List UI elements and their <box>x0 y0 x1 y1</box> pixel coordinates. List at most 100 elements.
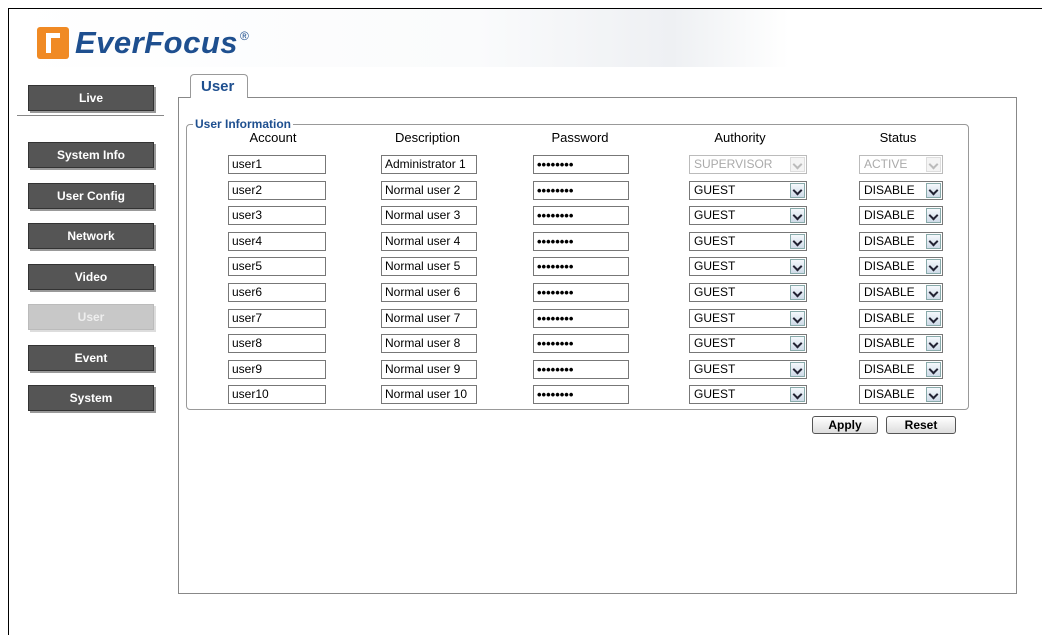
col-header-account: Account <box>249 130 297 145</box>
status-value: DISABLE <box>864 234 915 248</box>
header: EverFocus ® <box>9 9 789 67</box>
authority-select[interactable]: GUEST <box>689 334 807 353</box>
authority-value: GUEST <box>694 336 736 350</box>
description-field[interactable]: Normal user 8 <box>381 334 477 353</box>
tab-user[interactable]: User <box>190 74 248 98</box>
nav-separator <box>17 115 164 116</box>
status-select[interactable]: DISABLE <box>859 334 943 353</box>
authority-value: GUEST <box>694 311 736 325</box>
password-field[interactable]: •••••••• <box>533 360 629 379</box>
apply-button[interactable]: Apply <box>812 416 878 434</box>
chevron-down-icon[interactable] <box>790 336 805 351</box>
col-header-status: Status <box>879 130 917 145</box>
status-value: DISABLE <box>864 259 915 273</box>
account-field[interactable]: user7 <box>228 309 326 328</box>
status-select: ACTIVE <box>859 155 943 174</box>
account-field[interactable]: user2 <box>228 181 326 200</box>
authority-select[interactable]: GUEST <box>689 181 807 200</box>
account-field[interactable]: user1 <box>228 155 326 174</box>
password-field[interactable]: •••••••• <box>533 385 629 404</box>
password-field[interactable]: •••••••• <box>533 309 629 328</box>
authority-value: GUEST <box>694 387 736 401</box>
account-field[interactable]: user3 <box>228 206 326 225</box>
status-select[interactable]: DISABLE <box>859 181 943 200</box>
account-field[interactable]: user4 <box>228 232 326 251</box>
chevron-down-icon[interactable] <box>790 259 805 274</box>
chevron-down-icon <box>790 157 805 172</box>
chevron-down-icon[interactable] <box>790 311 805 326</box>
user-row: user4 Normal user 4 •••••••• GUEST DISABLE <box>0 232 1042 252</box>
chevron-down-icon[interactable] <box>926 387 941 402</box>
description-field[interactable]: Normal user 3 <box>381 206 477 225</box>
chevron-down-icon[interactable] <box>790 387 805 402</box>
status-value: DISABLE <box>864 387 915 401</box>
col-header-password: Password <box>551 130 609 145</box>
password-field[interactable]: •••••••• <box>533 257 629 276</box>
description-field[interactable]: Normal user 2 <box>381 181 477 200</box>
status-select[interactable]: DISABLE <box>859 232 943 251</box>
status-select[interactable]: DISABLE <box>859 360 943 379</box>
chevron-down-icon[interactable] <box>926 336 941 351</box>
chevron-down-icon[interactable] <box>926 234 941 249</box>
user-row: user8 Normal user 8 •••••••• GUEST DISABLE <box>0 334 1042 354</box>
nav-live[interactable]: Live <box>28 85 154 111</box>
authority-value: SUPERVISOR <box>694 157 773 171</box>
password-field[interactable]: •••••••• <box>533 181 629 200</box>
chevron-down-icon[interactable] <box>926 259 941 274</box>
password-field[interactable]: •••••••• <box>533 232 629 251</box>
chevron-down-icon[interactable] <box>926 183 941 198</box>
authority-select[interactable]: GUEST <box>689 257 807 276</box>
status-select[interactable]: DISABLE <box>859 283 943 302</box>
status-select[interactable]: DISABLE <box>859 385 943 404</box>
password-field[interactable]: •••••••• <box>533 206 629 225</box>
account-field[interactable]: user5 <box>228 257 326 276</box>
brand-name: EverFocus <box>75 25 239 60</box>
authority-select[interactable]: GUEST <box>689 309 807 328</box>
authority-value: GUEST <box>694 183 736 197</box>
authority-value: GUEST <box>694 259 736 273</box>
password-field[interactable]: •••••••• <box>533 283 629 302</box>
authority-select[interactable]: GUEST <box>689 360 807 379</box>
registered-mark: ® <box>240 29 249 43</box>
description-field[interactable]: Normal user 7 <box>381 309 477 328</box>
user-row: user5 Normal user 5 •••••••• GUEST DISABLE <box>0 257 1042 277</box>
account-field[interactable]: user10 <box>228 385 326 404</box>
chevron-down-icon[interactable] <box>790 234 805 249</box>
authority-value: GUEST <box>694 362 736 376</box>
password-field[interactable]: •••••••• <box>533 155 629 174</box>
col-header-description: Description <box>394 130 461 145</box>
chevron-down-icon[interactable] <box>926 362 941 377</box>
description-field[interactable]: Normal user 9 <box>381 360 477 379</box>
status-select[interactable]: DISABLE <box>859 206 943 225</box>
chevron-down-icon[interactable] <box>926 208 941 223</box>
reset-button[interactable]: Reset <box>886 416 956 434</box>
authority-select[interactable]: GUEST <box>689 385 807 404</box>
chevron-down-icon[interactable] <box>790 362 805 377</box>
description-field[interactable]: Administrator 1 <box>381 155 477 174</box>
chevron-down-icon[interactable] <box>926 311 941 326</box>
description-field[interactable]: Normal user 4 <box>381 232 477 251</box>
description-field[interactable]: Normal user 10 <box>381 385 477 404</box>
status-select[interactable]: DISABLE <box>859 257 943 276</box>
account-field[interactable]: user8 <box>228 334 326 353</box>
status-select[interactable]: DISABLE <box>859 309 943 328</box>
user-row: user3 Normal user 3 •••••••• GUEST DISABLE <box>0 206 1042 226</box>
user-row: user7 Normal user 7 •••••••• GUEST DISABLE <box>0 309 1042 329</box>
status-value: DISABLE <box>864 311 915 325</box>
description-field[interactable]: Normal user 5 <box>381 257 477 276</box>
description-field[interactable]: Normal user 6 <box>381 283 477 302</box>
status-value: DISABLE <box>864 183 915 197</box>
password-field[interactable]: •••••••• <box>533 334 629 353</box>
authority-select[interactable]: GUEST <box>689 283 807 302</box>
chevron-down-icon[interactable] <box>790 183 805 198</box>
chevron-down-icon[interactable] <box>790 208 805 223</box>
authority-select[interactable]: GUEST <box>689 206 807 225</box>
chevron-down-icon[interactable] <box>926 285 941 300</box>
authority-select[interactable]: GUEST <box>689 232 807 251</box>
col-header-authority: Authority <box>714 130 766 145</box>
account-field[interactable]: user9 <box>228 360 326 379</box>
everfocus-logo-icon <box>37 27 69 59</box>
account-field[interactable]: user6 <box>228 283 326 302</box>
user-row: user9 Normal user 9 •••••••• GUEST DISABLE <box>0 360 1042 380</box>
chevron-down-icon[interactable] <box>790 285 805 300</box>
